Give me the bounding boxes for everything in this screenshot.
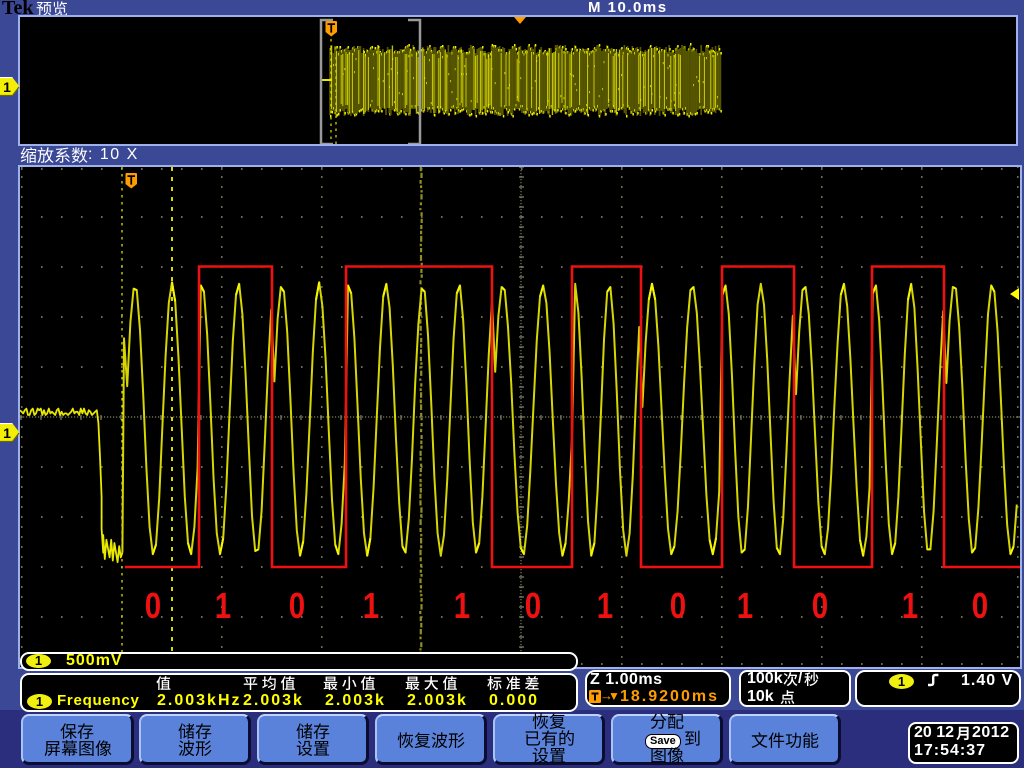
svg-text:0: 0 [289, 585, 305, 625]
svg-text:1: 1 [363, 585, 379, 625]
svg-text:1: 1 [3, 79, 11, 95]
svg-text:0: 0 [812, 585, 828, 625]
svg-text:1: 1 [902, 585, 918, 625]
svg-text:1: 1 [3, 425, 11, 441]
svg-text:0: 0 [145, 585, 161, 625]
svg-text:1: 1 [737, 585, 753, 625]
svg-text:0: 0 [670, 585, 686, 625]
svg-text:0: 0 [525, 585, 541, 625]
svg-text:0: 0 [972, 585, 988, 625]
svg-text:1: 1 [215, 585, 231, 625]
svg-text:1: 1 [597, 585, 613, 625]
svg-text:1: 1 [454, 585, 470, 625]
